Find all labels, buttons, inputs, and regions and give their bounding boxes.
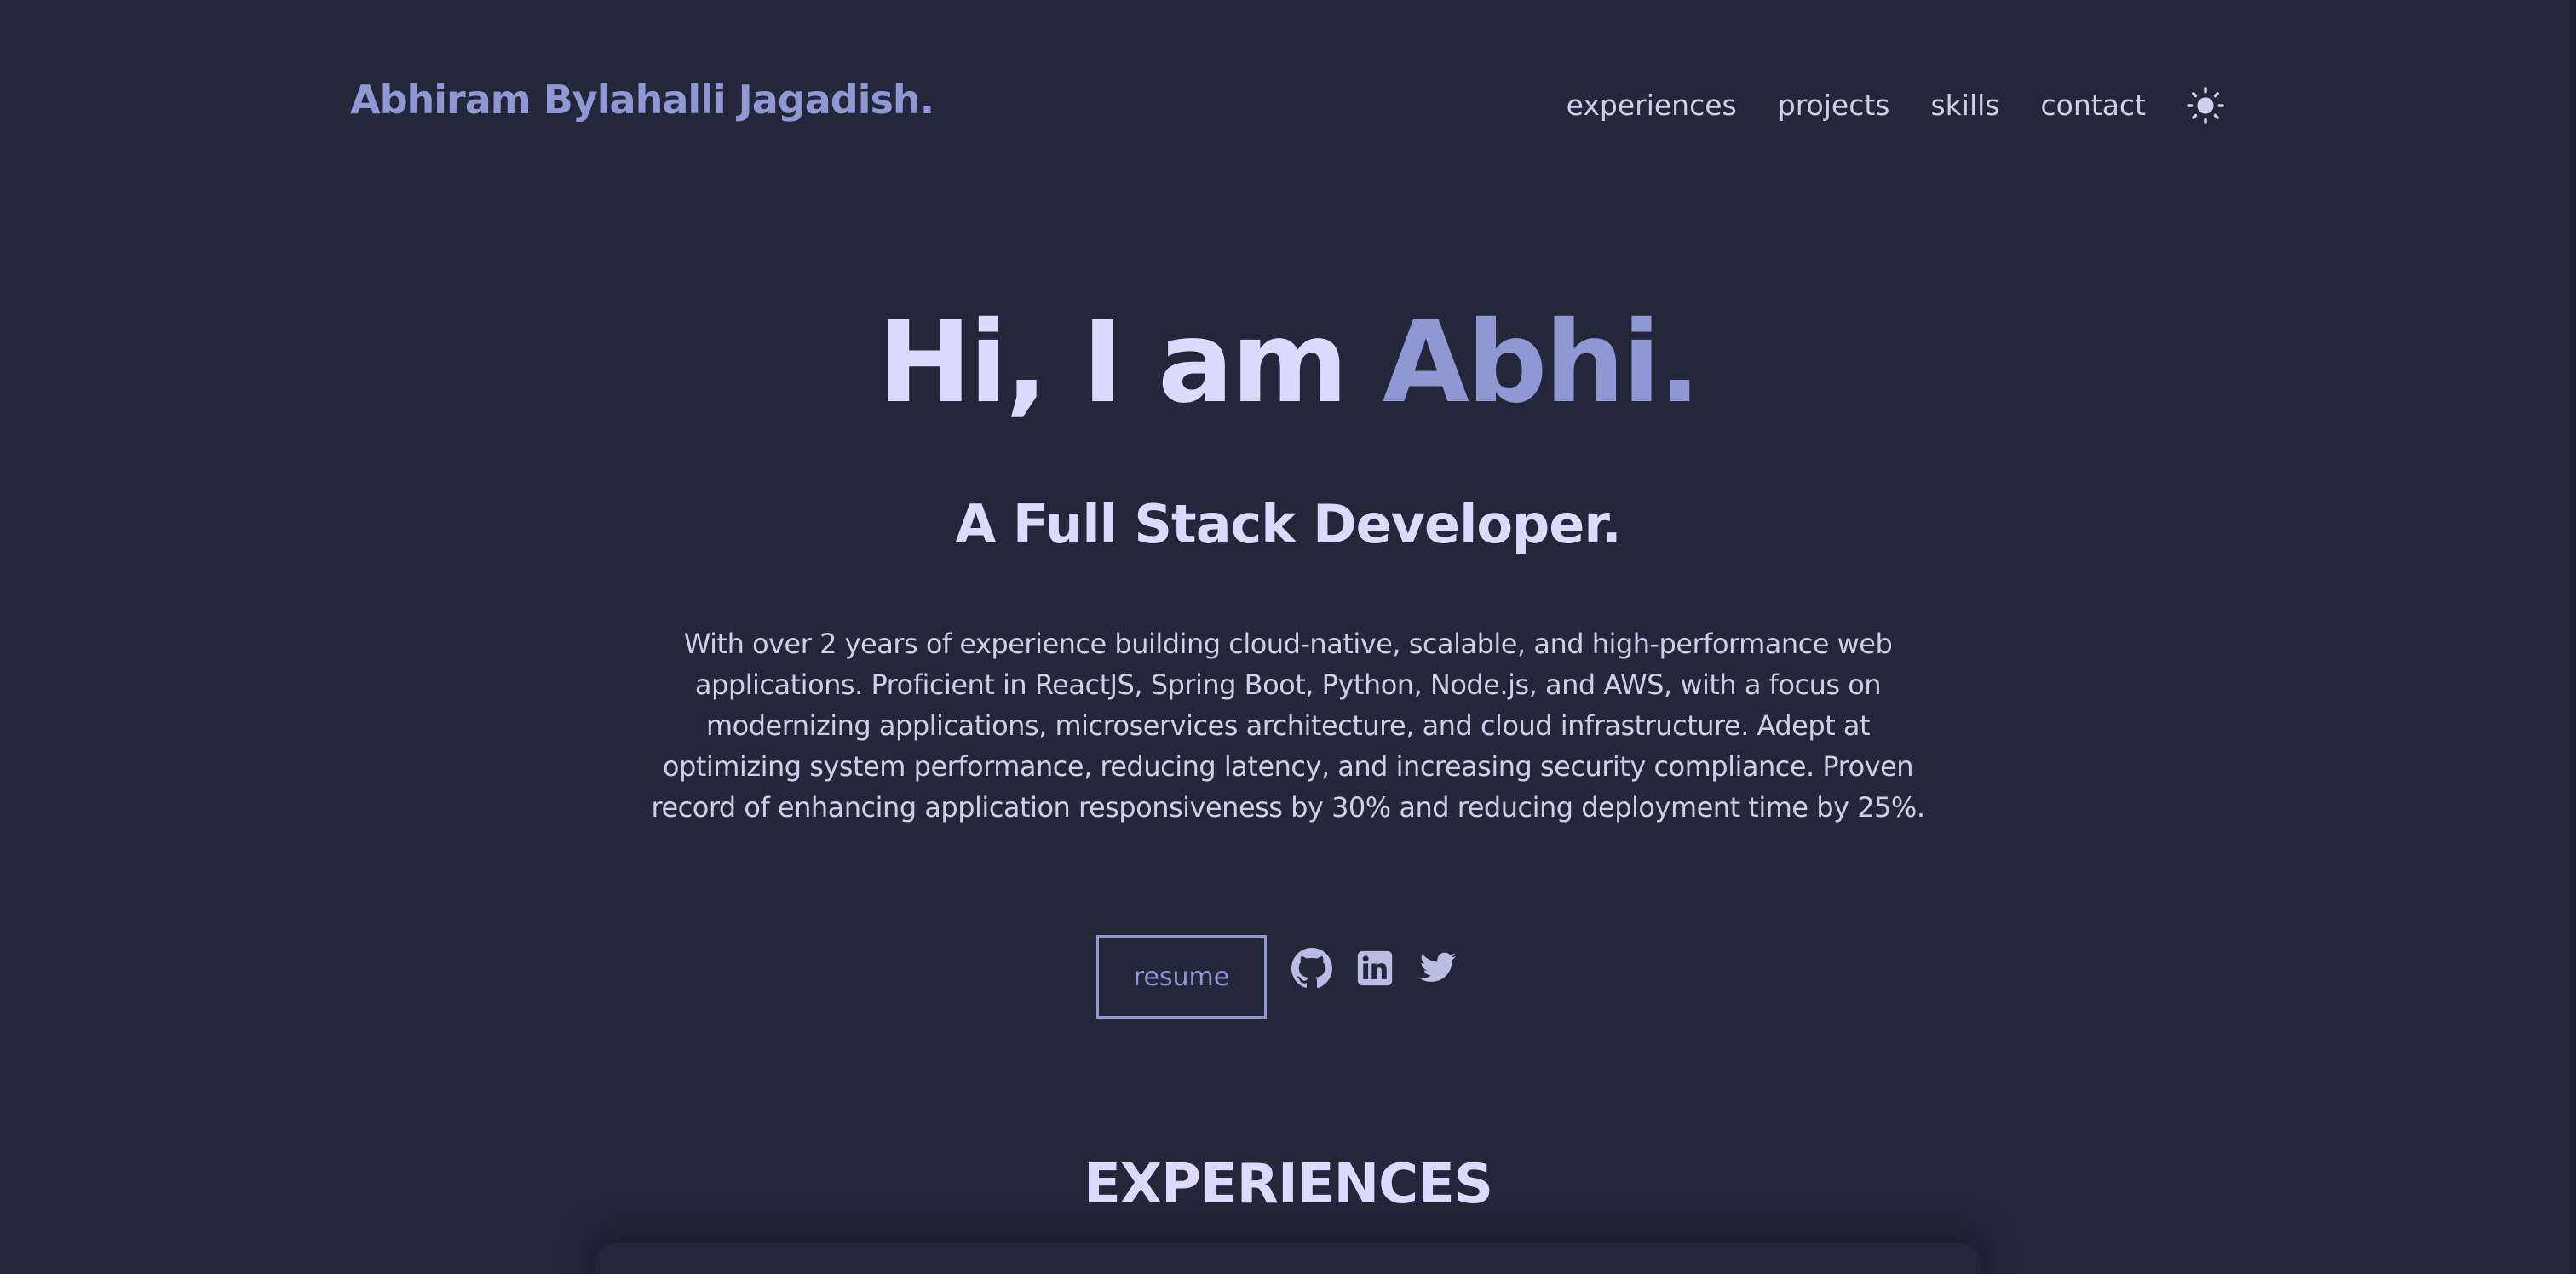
experiences-card-top bbox=[596, 1243, 1980, 1274]
hero-description: With over 2 years of experience building… bbox=[651, 628, 1925, 824]
social-links bbox=[1291, 947, 1480, 990]
theme-toggle-button[interactable] bbox=[2185, 85, 2226, 126]
experiences-section-title: EXPERIENCES bbox=[1084, 1153, 1493, 1216]
github-icon[interactable] bbox=[1291, 947, 1333, 990]
nav-link-experiences[interactable]: experiences bbox=[1567, 89, 1737, 123]
linkedin-icon[interactable] bbox=[1354, 947, 1396, 990]
nav-link-contact[interactable]: contact bbox=[2041, 89, 2147, 123]
main-nav: experiences projects skills contact bbox=[1526, 85, 2226, 126]
site-header: Abhiram Bylahalli Jagadish. experiences … bbox=[350, 73, 2226, 140]
nav-link-skills[interactable]: skills bbox=[1930, 89, 1999, 123]
nav-link-projects[interactable]: projects bbox=[1778, 89, 1890, 123]
page-edge bbox=[2571, 0, 2576, 1274]
hero-subtitle: A Full Stack Developer. bbox=[955, 493, 1621, 555]
resume-button[interactable]: resume bbox=[1096, 935, 1267, 1019]
hero-title-intro: Hi, I am bbox=[877, 297, 1383, 428]
sun-icon bbox=[2187, 87, 2224, 124]
hero-title-name: Abhi. bbox=[1382, 297, 1701, 428]
hero-title: Hi, I am Abhi. bbox=[0, 295, 2576, 431]
twitter-icon[interactable] bbox=[1417, 947, 1459, 990]
site-logo[interactable]: Abhiram Bylahalli Jagadish. bbox=[350, 77, 934, 123]
hero-actions: resume bbox=[1096, 935, 1480, 1019]
